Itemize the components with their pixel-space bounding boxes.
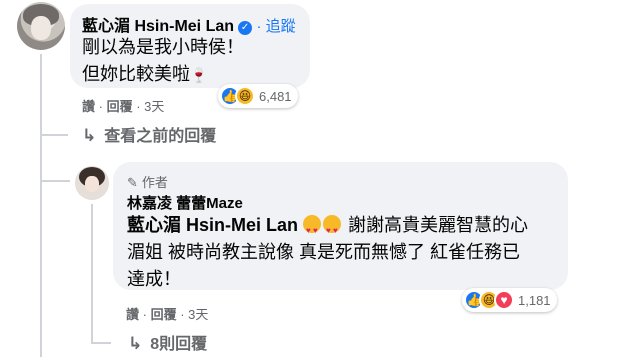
comment-text: 剛以為是我小時侯！ 但妳比較美啦🍷 — [82, 34, 244, 89]
thread-line-main — [40, 54, 42, 357]
author-badge-label: 作者 — [141, 175, 168, 190]
reply-text: 藍心湄 Hsin-Mei Lan 謝謝高貴美麗智慧的心 湄姐 被時尚教主說像 真… — [127, 212, 559, 293]
author-badge: ✎ 作者 — [127, 172, 168, 191]
comment-line: 剛以為是我小時侯！ — [82, 37, 244, 57]
heart-eyes-emoji-icon — [323, 215, 342, 244]
comment-line: 但妳比較美啦🍷 — [82, 61, 244, 89]
avatar[interactable] — [75, 166, 109, 200]
more-replies-link[interactable]: ↳ 8則回覆 — [128, 330, 207, 354]
haha-icon: 😆 — [235, 86, 255, 106]
thread-line-sub — [91, 204, 93, 344]
mention-link[interactable]: 藍心湄 Hsin-Mei Lan — [127, 215, 298, 235]
view-previous-replies[interactable]: ↳ 查看之前的回覆 — [82, 122, 216, 146]
reaction-count: 6,481 — [259, 88, 292, 104]
reply-line: 湄姐 被時尚教主說像 真是死而無憾了 紅雀任務已 — [127, 242, 521, 262]
comment-author: 藍心湄 Hsin-Mei Lan ✓ · 追蹤 — [82, 12, 296, 36]
like-button[interactable]: 讚 — [126, 307, 139, 322]
follow-link[interactable]: · 追蹤 — [256, 18, 295, 35]
avatar[interactable] — [17, 2, 65, 50]
like-button[interactable]: 讚 — [82, 99, 95, 114]
reaction-count: 1,181 — [518, 292, 551, 308]
timestamp[interactable]: 3天 — [188, 307, 208, 322]
reply-actions: 讚 · 回覆 · 3天 — [126, 307, 209, 322]
reactions-summary[interactable]: 👍 😆 ♥ 1,181 — [462, 288, 557, 312]
pencil-icon: ✎ — [127, 175, 138, 190]
author-name-link[interactable]: 藍心湄 Hsin-Mei Lan — [82, 18, 234, 35]
comment-actions: 讚 · 回覆 · 3天 — [82, 99, 165, 114]
love-icon: ♥ — [494, 290, 514, 310]
reply-button[interactable]: 回覆 — [107, 99, 133, 114]
thread-line-more-replies — [91, 342, 111, 344]
thread-line-reply — [40, 180, 70, 182]
reply-arrow-icon: ↳ — [128, 334, 143, 353]
reactions-summary[interactable]: 👍 😆 6,481 — [218, 84, 298, 108]
timestamp[interactable]: 3天 — [144, 99, 164, 114]
view-previous-label: 查看之前的回覆 — [104, 128, 217, 145]
thread-line-view-previous — [40, 134, 68, 136]
wine-glass-icon: 🍷 — [190, 67, 208, 83]
verified-badge-icon: ✓ — [238, 21, 253, 35]
comment-bubble: 藍心湄 Hsin-Mei Lan ✓ · 追蹤 剛以為是我小時侯！ 但妳比較美啦🍷 — [70, 4, 310, 88]
reply-line: 藍心湄 Hsin-Mei Lan 謝謝高貴美麗智慧的心 — [127, 212, 559, 244]
more-replies-label: 8則回覆 — [150, 336, 208, 353]
reply-author[interactable]: 林嘉凌 蕾蕾Maze — [127, 192, 243, 213]
reply-arrow-icon: ↳ — [82, 126, 97, 145]
heart-eyes-emoji-icon — [303, 215, 322, 244]
reply-bubble: ✎作者 林嘉凌 蕾蕾Maze 藍心湄 Hsin-Mei Lan 謝謝高貴美麗智慧… — [113, 162, 568, 290]
reply-button[interactable]: 回覆 — [151, 307, 177, 322]
